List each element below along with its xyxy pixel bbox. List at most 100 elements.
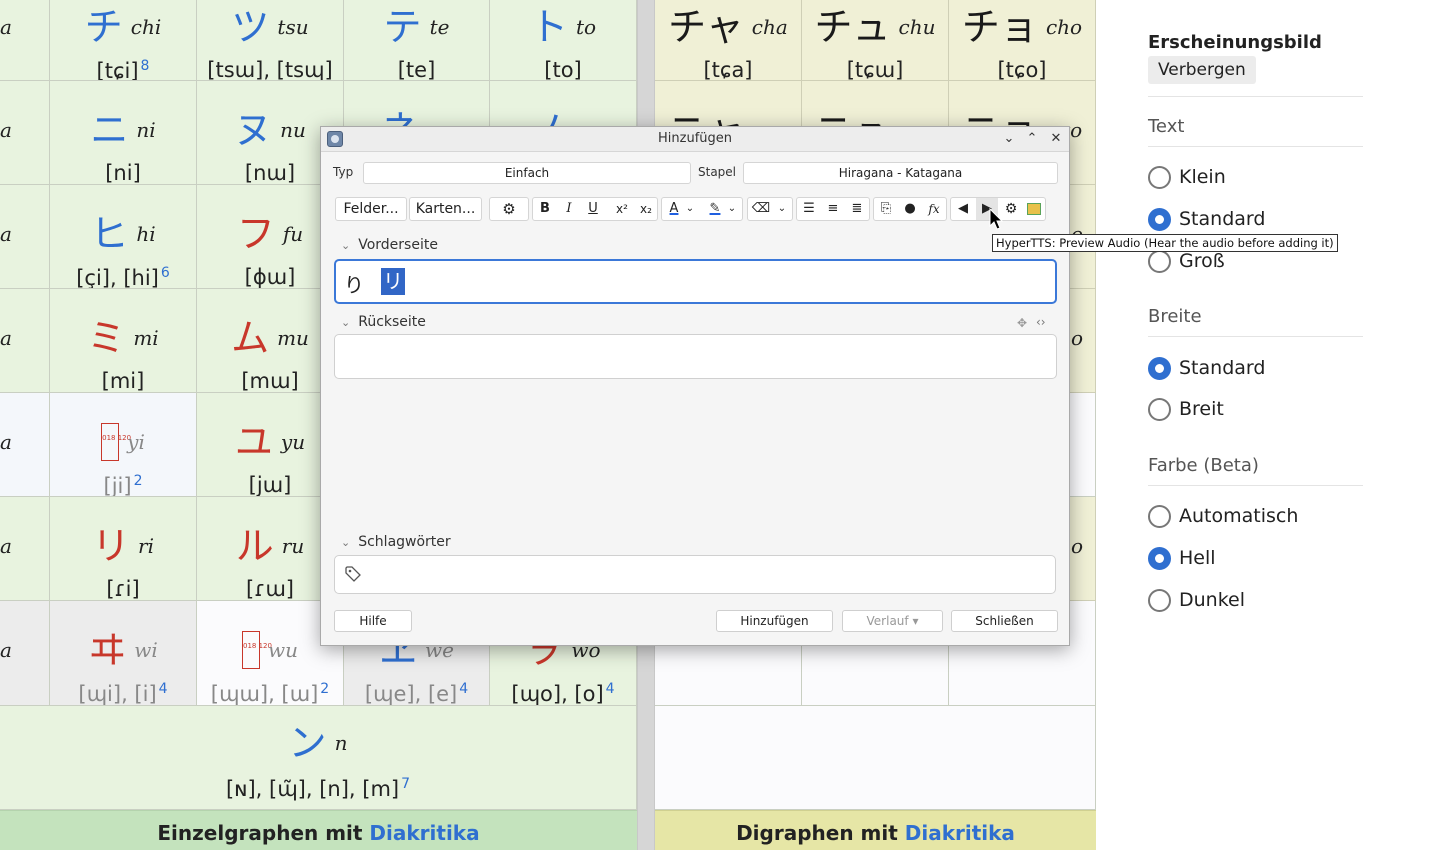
table-edge-cell: a [0, 393, 50, 497]
kana-cell-ni: ニ ni [ni] [50, 81, 197, 185]
microphone-icon[interactable]: ● [899, 198, 921, 220]
screen: a a a a a a a チ chi [tɕi] 8 ツ tsu [tsɯ], [tsɰ] テ te [te]… [0, 0, 1433, 850]
edge-letter: a [0, 638, 12, 662]
footer-digraph-link[interactable]: Diakritika [905, 821, 1015, 845]
tags-label[interactable]: ⌄ Schlagwörter [341, 534, 451, 550]
kana-glyph: ヰ [88, 628, 127, 672]
kana-glyph: ト [529, 5, 568, 49]
type-label: Typ [333, 165, 354, 179]
radio-circle-icon [1148, 166, 1171, 189]
deck-selector[interactable]: Hiragana - Katagana [743, 162, 1058, 184]
back-label-text: Rückseite [358, 314, 426, 330]
radio-circle-icon [1148, 589, 1171, 612]
footnote-ref[interactable]: 8 [141, 58, 150, 74]
superscript-icon[interactable]: x² [611, 198, 633, 220]
radio-checked-icon [1148, 208, 1171, 231]
radio-color-auto[interactable]: Automatisch [1148, 504, 1298, 528]
formula-icon[interactable]: fx [923, 198, 945, 220]
close-button[interactable]: Schließen [951, 610, 1058, 632]
romaji-label: fu [282, 222, 304, 246]
footnote-ref[interactable]: 2 [134, 473, 143, 489]
footnote-ref[interactable]: 4 [159, 681, 168, 697]
footnote-ref[interactable]: 6 [161, 265, 170, 281]
ipa-label: [çi], [hi] 6 [76, 265, 170, 289]
speaker-icon[interactable]: ◀ [952, 198, 974, 220]
fields-button[interactable]: Felder... [335, 197, 407, 221]
ipa-label: [tɕo] [997, 58, 1047, 81]
ipa-label: [ni] [105, 161, 141, 185]
html-editor-icon[interactable]: ‹› [1036, 315, 1046, 329]
footnote-ref[interactable]: 4 [606, 681, 615, 697]
tag-icon [345, 566, 361, 582]
mouse-cursor-icon [989, 208, 1003, 230]
text-color-icon[interactable]: A [663, 198, 685, 220]
radio-color-light[interactable]: Hell [1148, 546, 1216, 570]
kana-cell-yi: 018 120yi [ji] 2 [50, 393, 197, 497]
kana-cell-te: テ te [te] [344, 0, 490, 81]
edge-letter: a [0, 222, 12, 246]
maximize-icon[interactable]: ⌃ [1023, 130, 1041, 148]
minimize-icon[interactable]: ⌄ [1000, 130, 1018, 148]
bold-icon[interactable]: B [534, 198, 556, 220]
subscript-icon[interactable]: x₂ [635, 198, 657, 220]
attachment-icon[interactable]: ⎘ [875, 198, 897, 220]
eraser-icon[interactable]: ⌫ [750, 198, 772, 220]
radio-width-standard[interactable]: Standard [1148, 356, 1265, 380]
kana-glyph: チャ [668, 5, 744, 49]
edge-letter: o [1070, 326, 1083, 350]
radio-text-small[interactable]: Klein [1148, 165, 1226, 189]
radio-text-standard[interactable]: Standard [1148, 207, 1265, 231]
radio-text-large[interactable]: Groß [1148, 249, 1225, 273]
back-field-label[interactable]: ⌄ Rückseite [341, 314, 426, 330]
color-title: Farbe (Beta) [1148, 455, 1259, 476]
chevron-down-icon[interactable]: ⌄ [725, 198, 739, 220]
radio-label: Breit [1179, 398, 1224, 420]
digraph-cell-cha: チャ cha [tɕa] [655, 0, 802, 81]
close-icon[interactable]: ✕ [1047, 130, 1065, 148]
footer-single-link[interactable]: Diakritika [369, 821, 479, 845]
radio-color-dark[interactable]: Dunkel [1148, 588, 1245, 612]
bullet-list-icon[interactable]: ☰ [798, 198, 820, 220]
footnote-ref[interactable]: 2 [320, 681, 329, 697]
front-field-editor[interactable]: り リ [334, 259, 1057, 304]
history-button[interactable]: Verlauf ▾ [842, 610, 943, 632]
align-icon[interactable]: ≣ [846, 198, 868, 220]
hide-button[interactable]: Verbergen [1148, 56, 1256, 84]
image-icon[interactable] [1023, 198, 1045, 220]
ipa-label: [to] [544, 58, 582, 81]
front-field-label[interactable]: ⌄ Vorderseite [341, 237, 438, 253]
settings-icon[interactable]: ⚙ [1000, 198, 1022, 220]
footnote-ref[interactable]: 7 [401, 776, 410, 792]
pin-icon[interactable]: ✥ [1017, 316, 1027, 330]
gear-icon[interactable]: ⚙ [498, 198, 520, 220]
romaji-label: cha [751, 15, 788, 39]
add-button[interactable]: Hinzufügen [716, 610, 833, 632]
footnote-ref[interactable]: 4 [459, 681, 468, 697]
chevron-down-icon[interactable]: ⌄ [775, 198, 789, 220]
ipa-label: [ɰɯ], [ɯ] 2 [210, 681, 330, 706]
romaji-label: cho [1045, 15, 1083, 39]
romaji-label: yu [280, 430, 306, 454]
back-field-editor[interactable] [334, 334, 1057, 379]
highlight-icon[interactable]: ✎ [704, 198, 726, 220]
numbered-list-icon[interactable]: ≡ [822, 198, 844, 220]
help-button[interactable]: Hilfe [334, 610, 412, 632]
chevron-down-icon[interactable]: ⌄ [683, 198, 697, 220]
radio-width-wide[interactable]: Breit [1148, 397, 1224, 421]
tags-input[interactable] [334, 555, 1056, 594]
italic-icon[interactable]: I [558, 198, 580, 220]
dialog-titlebar[interactable]: Hinzufügen ⌄ ⌃ ✕ [321, 127, 1069, 152]
ipa-label: [ji] 2 [103, 473, 143, 497]
type-selector[interactable]: Einfach [363, 162, 691, 184]
toolbar-group-lists: ☰ ≡ ≣ [796, 197, 870, 221]
radio-label: Standard [1179, 357, 1266, 379]
radio-label: Standard [1179, 208, 1266, 230]
table-edge-cell: a [0, 81, 50, 185]
underline-icon[interactable]: U [582, 198, 604, 220]
ipa-label: [te] [397, 58, 436, 81]
cards-button[interactable]: Karten... [409, 197, 482, 221]
ipa-label: [ɰi], [i] 4 [78, 681, 168, 706]
romaji-label: mu [277, 326, 309, 350]
kana-glyph: テ [383, 5, 422, 49]
romaji-label: tsu [277, 15, 309, 39]
